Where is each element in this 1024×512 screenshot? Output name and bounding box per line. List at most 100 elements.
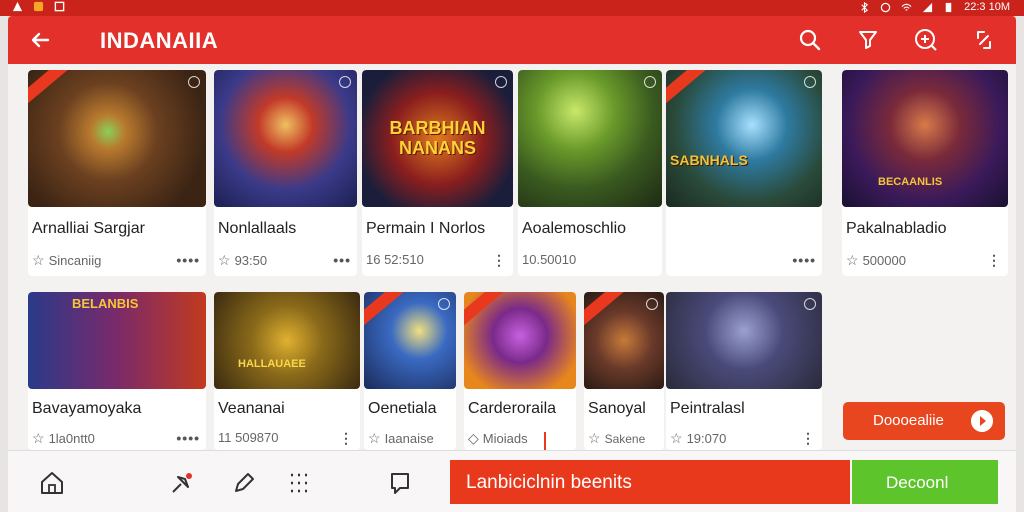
square-icon: [54, 1, 65, 12]
game-card[interactable]: Arnalliai Sargjar ☆ Sincaniig ••••: [28, 70, 206, 276]
more-options-button[interactable]: ••••: [792, 252, 816, 268]
floating-action-button[interactable]: Doooealiie: [843, 402, 1005, 440]
game-title: Sanoyal: [588, 400, 646, 417]
select-circle-icon[interactable]: [438, 298, 450, 310]
game-thumbnail[interactable]: [464, 292, 576, 389]
game-logo-text: BARBHIAN NANANS: [389, 118, 486, 158]
alarm-icon: [880, 2, 891, 12]
game-thumbnail[interactable]: BECAANLIS: [842, 70, 1008, 207]
more-options-button[interactable]: ⋮: [492, 252, 507, 269]
game-logo-text: SABNHALS: [670, 152, 748, 168]
game-meta: 16 52:510: [366, 252, 424, 267]
game-thumbnail[interactable]: [666, 292, 822, 389]
more-options-button[interactable]: •••: [333, 252, 351, 268]
game-card[interactable]: BECAANLIS Pakalnabladio ☆ 500000 ⋮: [842, 70, 1008, 276]
select-circle-icon[interactable]: [644, 76, 656, 88]
primary-cta-button[interactable]: Lanbiciclnin beenits: [450, 460, 850, 504]
game-meta: ☆ 93:50: [218, 252, 268, 268]
grid-icon[interactable]: [286, 469, 314, 497]
pin-icon[interactable]: [854, 26, 882, 54]
star-icon: ☆: [32, 252, 45, 268]
game-thumbnail[interactable]: BELANBIS: [28, 292, 206, 389]
edit-icon[interactable]: [230, 469, 258, 497]
more-options-button[interactable]: ⋮: [987, 252, 1002, 269]
more-options-button[interactable]: ••••: [176, 252, 200, 268]
status-time: 22:3 10M: [964, 1, 1010, 13]
game-card[interactable]: BELANBIS Bavayamoyaka ☆ 1la0ntt0 ••••: [28, 292, 206, 450]
arrow-left-icon[interactable]: [26, 26, 54, 54]
game-logo-text: BELANBIS: [72, 296, 139, 311]
star-icon: ☆: [368, 430, 381, 446]
game-card[interactable]: BARBHIAN NANANS Permain I Norlos 16 52:5…: [362, 70, 513, 276]
game-meta: ◇ Mioiads: [468, 430, 528, 446]
game-card[interactable]: Nonlallaals ☆ 93:50 •••: [214, 70, 357, 276]
game-meta: ☆ Sincaniig: [32, 252, 102, 268]
game-thumbnail[interactable]: [364, 292, 456, 389]
game-card[interactable]: Aoalemoschlio 10.50010: [518, 70, 662, 276]
primary-cta-label: Lanbiciclnin beenits: [466, 472, 632, 493]
settings-icon[interactable]: [970, 26, 998, 54]
game-meta: ☆ Sakene: [588, 430, 646, 446]
game-title: Permain I Norlos: [366, 220, 486, 237]
pin-icon[interactable]: [168, 469, 196, 497]
diamond-icon: ◇: [468, 430, 479, 446]
game-title: Peintralasl: [670, 400, 745, 417]
game-thumbnail[interactable]: [518, 70, 662, 207]
star-icon: ☆: [218, 252, 231, 268]
more-options-button[interactable]: ••••: [176, 430, 200, 446]
select-circle-icon[interactable]: [188, 76, 200, 88]
game-meta: ☆ 1la0ntt0: [32, 430, 95, 446]
select-circle-icon[interactable]: [804, 76, 816, 88]
page-title: INDANAIIA: [100, 28, 219, 53]
game-meta: 11 509870: [218, 430, 279, 445]
app-icon: [33, 1, 44, 12]
more-options-button[interactable]: ⋮: [801, 430, 816, 447]
select-circle-icon[interactable]: [804, 298, 816, 310]
game-thumbnail[interactable]: HALLAUAEE: [214, 292, 360, 389]
game-title: Veananai: [218, 400, 285, 417]
signal-icon: [923, 2, 933, 12]
game-meta: 10.50010: [522, 252, 577, 267]
search-icon[interactable]: [796, 26, 824, 54]
game-title: Aoalemoschlio: [522, 220, 627, 237]
game-thumbnail[interactable]: BARBHIAN NANANS: [362, 70, 513, 207]
home-icon[interactable]: [38, 469, 66, 497]
game-meta: ☆ Iaanaise: [368, 430, 434, 446]
game-thumbnail[interactable]: [214, 70, 357, 207]
select-circle-icon[interactable]: [495, 76, 507, 88]
warning-icon: [12, 1, 23, 12]
game-thumbnail[interactable]: SABNHALS: [666, 70, 822, 207]
more-options-button[interactable]: ⋮: [339, 430, 354, 447]
game-card[interactable]: Carderoraila ◇ Mioiads: [464, 292, 576, 450]
game-title: Arnalliai Sargjar: [32, 220, 145, 237]
wifi-icon: [901, 3, 912, 11]
game-card[interactable]: Oenetiala ☆ Iaanaise: [364, 292, 456, 450]
game-card[interactable]: SABNHALS ••••: [666, 70, 822, 276]
play-icon: [971, 410, 993, 432]
game-title: Carderoraila: [468, 400, 557, 417]
game-card[interactable]: Sanoyal ☆ Sakene: [584, 292, 664, 450]
game-title: Bavayamoyaka: [32, 400, 142, 417]
select-circle-icon[interactable]: [646, 298, 658, 310]
promo-ribbon: [28, 70, 71, 106]
status-bar: 22:3 10M: [0, 0, 1024, 16]
promo-ribbon: [464, 292, 507, 328]
bluetooth-icon: [861, 1, 869, 13]
game-logo-text: BECAANLIS: [878, 176, 943, 188]
game-card[interactable]: HALLAUAEE Veananai 11 509870 ⋮: [214, 292, 360, 450]
chat-icon[interactable]: [386, 469, 414, 497]
game-thumbnail[interactable]: [584, 292, 664, 389]
promo-ribbon: [364, 292, 407, 328]
zoom-icon[interactable]: [912, 26, 940, 54]
select-circle-icon[interactable]: [339, 76, 351, 88]
game-meta: ☆ 500000: [846, 252, 906, 268]
game-card[interactable]: Peintralasl ☆ 19:070 ⋮: [666, 292, 822, 450]
promo-ribbon: [666, 70, 709, 106]
download-button[interactable]: Decoonl: [852, 460, 998, 504]
star-icon: ☆: [670, 430, 683, 446]
battery-icon: [945, 2, 952, 12]
star-icon: ☆: [846, 252, 859, 268]
promo-ribbon: [584, 292, 627, 328]
game-thumbnail[interactable]: [28, 70, 206, 207]
floating-button-label: Doooealiie: [873, 412, 944, 429]
